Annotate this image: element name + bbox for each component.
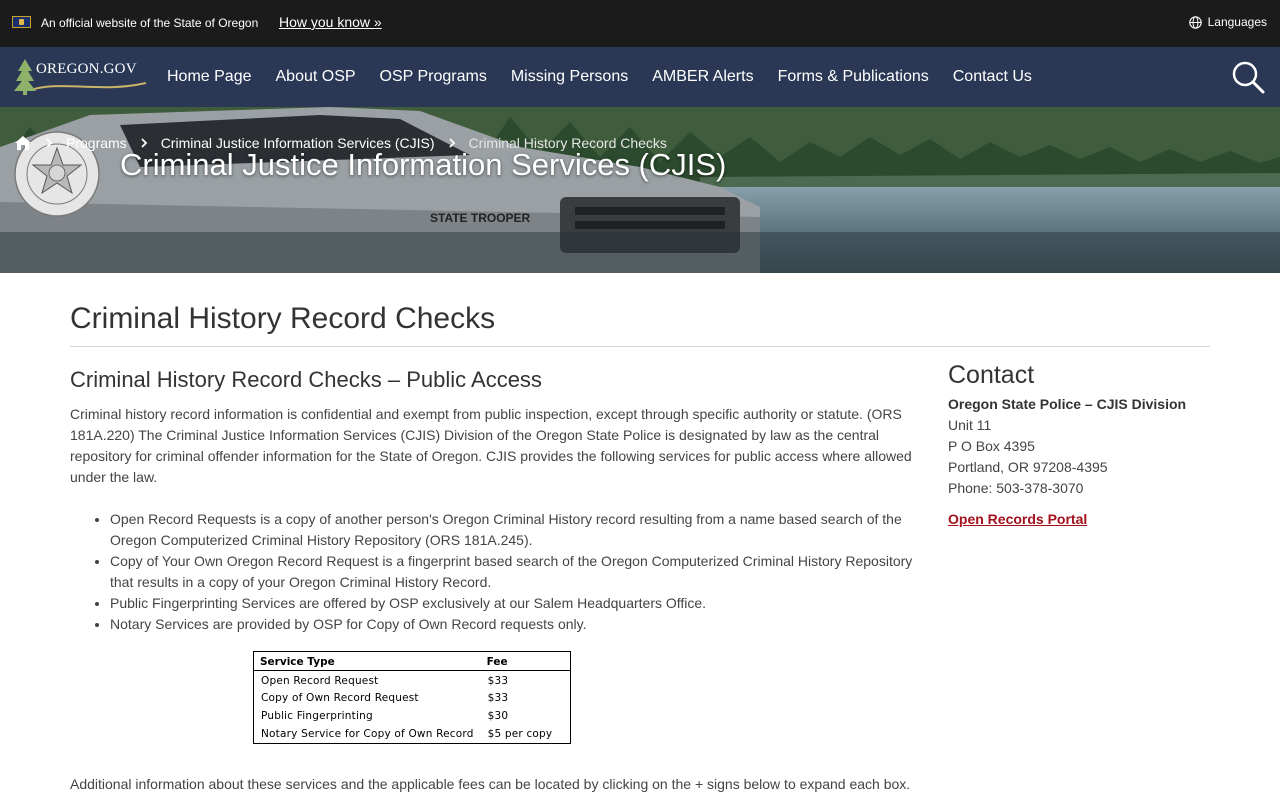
chevron-right-icon <box>448 138 455 148</box>
contact-organization: Oregon State Police – CJIS Division <box>948 396 1187 412</box>
hero-banner: STATE TROOPER Criminal Justice Informati… <box>0 107 1280 273</box>
contact-sidebar: Contact Oregon State Police – CJIS Divis… <box>948 360 1210 530</box>
header-fee: Fee <box>480 651 571 671</box>
search-icon <box>1232 61 1265 94</box>
globe-icon <box>1188 15 1202 29</box>
breadcrumb: Programs Criminal Justice Information Se… <box>14 135 667 151</box>
contact-address-line: P O Box 4395 <box>948 438 1035 454</box>
chevron-right-icon <box>46 138 53 148</box>
languages-button[interactable]: Languages <box>1188 15 1267 29</box>
main-content: Criminal History Record Checks – Public … <box>70 366 915 635</box>
oregon-flag-icon <box>12 16 31 28</box>
table-row: Public Fingerprinting $30 <box>254 707 571 725</box>
nav-missing-persons[interactable]: Missing Persons <box>499 68 640 86</box>
svg-text:STATE TROOPER: STATE TROOPER <box>430 211 531 225</box>
nav-menu: Home Page About OSP OSP Programs Missing… <box>155 47 1044 107</box>
breadcrumb-cjis[interactable]: Criminal Justice Information Services (C… <box>161 135 435 151</box>
breadcrumb-programs[interactable]: Programs <box>66 135 127 151</box>
service-cell: Open Record Request <box>261 675 379 687</box>
contact-phone: Phone: 503-378-3070 <box>948 480 1084 496</box>
title-divider <box>70 346 1210 347</box>
official-banner: An official website of the State of Oreg… <box>0 0 1280 47</box>
additional-info-text: Additional information about these servi… <box>70 776 911 792</box>
fee-cell: $33 <box>487 675 509 687</box>
table-row: Copy of Own Record Request $33 <box>254 689 571 707</box>
fee-table: Service Type Fee Open Record Request $33… <box>253 651 571 744</box>
list-item: Copy of Your Own Oregon Record Request i… <box>110 551 915 593</box>
service-cell: Public Fingerprinting <box>261 710 373 722</box>
list-item: Open Record Requests is a copy of anothe… <box>110 509 915 551</box>
table-row: Open Record Request $33 <box>254 671 571 690</box>
list-item: Public Fingerprinting Services are offer… <box>110 593 915 614</box>
how-you-know-link[interactable]: How you know » <box>279 14 382 30</box>
nav-amber-alerts[interactable]: AMBER Alerts <box>640 68 765 86</box>
table-header-row: Service Type Fee <box>253 651 571 671</box>
open-records-portal-link[interactable]: Open Records Portal <box>948 509 1087 530</box>
services-list: Open Record Requests is a copy of anothe… <box>110 509 915 635</box>
page-title: Criminal History Record Checks <box>70 302 496 335</box>
official-website-text: An official website of the State of Oreg… <box>41 16 259 30</box>
search-button[interactable] <box>1230 59 1266 95</box>
fee-cell: $5 per copy <box>487 727 553 740</box>
contact-address-line: Unit 11 <box>948 417 992 433</box>
nav-forms-publications[interactable]: Forms & Publications <box>766 68 941 86</box>
nav-home-page[interactable]: Home Page <box>155 68 264 86</box>
logo-swoosh-icon <box>34 82 146 90</box>
fee-cell: $30 <box>487 710 509 722</box>
nav-contact-us[interactable]: Contact Us <box>941 68 1044 86</box>
service-cell: Copy of Own Record Request <box>261 692 419 704</box>
nav-about-osp[interactable]: About OSP <box>264 68 368 86</box>
logo-text: OREGON.GOV <box>36 61 137 77</box>
main-navigation: OREGON.GOV Home Page About OSP OSP Progr… <box>0 47 1280 107</box>
breadcrumb-background <box>0 232 1280 273</box>
contact-address-line: Portland, OR 97208-4395 <box>948 459 1108 475</box>
fee-cell: $33 <box>487 692 509 704</box>
table-row: Notary Service for Copy of Own Record $5… <box>254 725 571 743</box>
section-heading: Criminal History Record Checks – Public … <box>70 367 542 392</box>
home-icon[interactable] <box>14 135 32 151</box>
list-item: Notary Services are provided by OSP for … <box>110 614 915 635</box>
chevron-right-icon <box>141 138 147 148</box>
contact-heading: Contact <box>948 361 1035 389</box>
languages-label: Languages <box>1207 15 1267 29</box>
nav-osp-programs[interactable]: OSP Programs <box>368 68 499 86</box>
intro-paragraph: Criminal history record information is c… <box>70 406 912 485</box>
hero-title: Criminal Justice Information Services (C… <box>120 147 727 182</box>
breadcrumb-current: Criminal History Record Checks <box>468 135 667 151</box>
header-service-type: Service Type <box>253 651 481 671</box>
oregon-gov-logo[interactable]: OREGON.GOV <box>12 57 148 97</box>
service-cell: Notary Service for Copy of Own Record <box>261 727 474 740</box>
